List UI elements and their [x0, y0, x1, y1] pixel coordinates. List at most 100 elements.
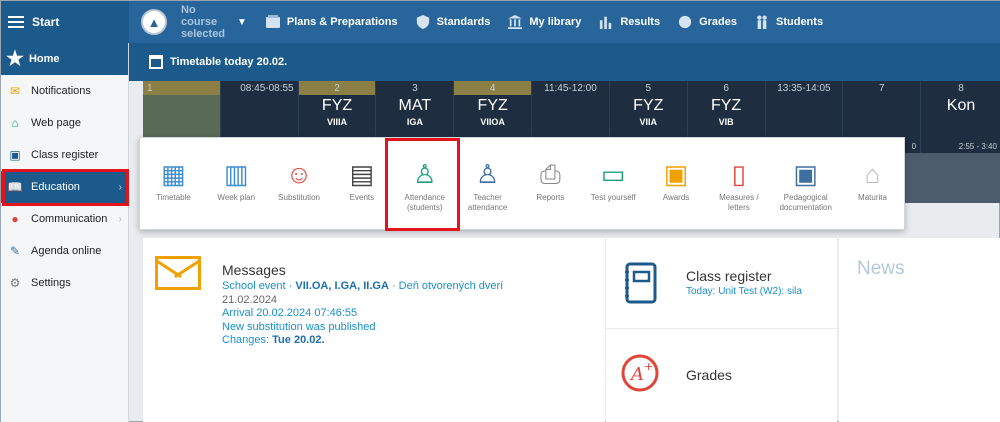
- top-bar: Start ▲ No course selected ▼ Plans & Pre…: [1, 1, 1000, 43]
- sidebar-item-label: Communication: [31, 213, 108, 225]
- lesson-subject: FYZ: [321, 97, 353, 114]
- sidebar-item-label: Agenda online: [31, 245, 102, 257]
- sidebar: ★ Home ✉ Notifications ⌂ Web page ▣ Clas…: [1, 43, 129, 422]
- message-line[interactable]: Changes: Tue 20.02.: [222, 334, 562, 348]
- menu-item-events[interactable]: ▤ Events: [331, 138, 393, 203]
- nav-standards[interactable]: Standards: [415, 15, 491, 29]
- menu-item-label: Test yourself: [590, 193, 636, 202]
- main-nav: ▲ No course selected ▼ Plans & Preparati…: [129, 1, 1000, 43]
- sidebar-item-settings[interactable]: ⚙ Settings: [1, 267, 128, 299]
- grades-card[interactable]: A + Grades: [606, 329, 837, 422]
- calendar-icon: [149, 55, 163, 69]
- message-text: · Deň otvorených dverí: [388, 280, 504, 292]
- shield-icon: [416, 15, 429, 29]
- message-date-link: Tue 20.02.: [272, 334, 325, 346]
- news-card: News: [839, 238, 1000, 422]
- class-register-subtitle[interactable]: Today: Unit Test (W2): sila: [686, 286, 802, 297]
- sidebar-item-notifications[interactable]: ✉ Notifications: [1, 75, 128, 107]
- start-button[interactable]: Start: [1, 1, 129, 43]
- message-type: School event ·: [222, 280, 296, 292]
- menu-item-reports[interactable]: ⎙ Reports: [519, 138, 581, 203]
- lesson-subject: FYZ: [710, 97, 742, 114]
- library-icon: [508, 15, 523, 29]
- lesson-subject: FYZ: [633, 97, 664, 114]
- books-icon: [265, 15, 280, 28]
- messages-card[interactable]: Messages School event · VII.OA, I.GA, II…: [143, 238, 605, 422]
- nav-library-label: My library: [529, 16, 582, 28]
- lesson-subject: FYZ: [477, 97, 508, 114]
- sidebar-item-label: Notifications: [31, 85, 91, 97]
- menu-item-test-yourself[interactable]: ▭ Test yourself: [582, 138, 644, 203]
- messages-list: School event · VII.OA, I.GA, II.GA · Deň…: [222, 280, 562, 348]
- menu-item-week-plan[interactable]: ▥ Week plan: [205, 138, 267, 203]
- menu-item-label: Measures / letters: [719, 193, 759, 212]
- menu-item-timetable[interactable]: ▦ Timetable: [143, 138, 205, 203]
- sidebar-item-class-register[interactable]: ▣ Class register: [1, 139, 128, 171]
- nav-plans[interactable]: Plans & Preparations: [265, 15, 398, 29]
- bar-chart-icon: [600, 16, 612, 29]
- message-line[interactable]: New substitution was published: [222, 321, 562, 335]
- lesson-class: VIIIA: [327, 117, 348, 127]
- timetable-title: Timetable today 20.02.: [170, 56, 288, 68]
- nav-standards-label: Standards: [436, 16, 491, 28]
- nav-students[interactable]: Students: [754, 15, 823, 29]
- menu-item-label: Awards: [662, 193, 690, 202]
- break-time: 08:45-08:55: [240, 83, 294, 94]
- class-register-title: Class register: [686, 268, 772, 284]
- menu-item-awards[interactable]: ▣ Awards: [645, 138, 707, 203]
- envelope-icon: ✉: [9, 84, 21, 98]
- substitution-icon: ☺: [285, 159, 313, 189]
- nav-grades[interactable]: Grades: [677, 15, 737, 29]
- class-register-card[interactable]: Class register Today: Unit Test (W2): si…: [606, 238, 837, 328]
- message-line[interactable]: School event · VII.OA, I.GA, II.GA · Deň…: [222, 280, 562, 294]
- menu-item-maturita[interactable]: ⌂ Maturita: [842, 138, 904, 203]
- nav-results-label: Results: [620, 16, 661, 28]
- sidebar-item-agenda-online[interactable]: ✎ Agenda online: [1, 235, 128, 267]
- lesson-number: 7: [878, 83, 885, 94]
- timetable-icon: ▦: [161, 159, 186, 189]
- lesson-time: 0: [911, 142, 917, 151]
- menu-item-label: Timetable: [156, 193, 191, 202]
- lesson-number: 8: [958, 83, 964, 94]
- home-icon: ⌂: [11, 116, 19, 130]
- chat-icon: ●: [11, 212, 19, 226]
- break-time: 11:45-12:00: [544, 83, 597, 94]
- menu-item-teacher-attendance[interactable]: ♙ Teacher attendance: [457, 138, 519, 213]
- sidebar-item-web-page[interactable]: ⌂ Web page: [1, 107, 128, 139]
- sidebar-home-label: Home: [28, 53, 60, 65]
- menu-icon: [8, 16, 24, 28]
- printer-icon: ⎙: [539, 159, 561, 189]
- nav-students-label: Students: [776, 16, 824, 28]
- lesson-subject: MAT: [398, 97, 432, 114]
- menu-item-label: Pedagogical documentation: [779, 193, 832, 212]
- envelope-icon: [155, 256, 201, 290]
- menu-item-measures-letters[interactable]: ▯ Measures / letters: [708, 138, 770, 213]
- lesson-number: 2: [334, 83, 340, 94]
- award-icon: ▣: [663, 159, 689, 189]
- timetable-header: Timetable today 20.02.: [129, 43, 1000, 81]
- graduation-cap-icon: ▲: [141, 9, 167, 35]
- course-label: No course selected: [181, 4, 226, 40]
- menu-item-label: Reports: [536, 193, 565, 202]
- chevron-right-icon: ›: [118, 213, 122, 225]
- highlight-attendance: [385, 138, 460, 231]
- menu-item-substitution[interactable]: ☺ Substitution: [268, 138, 330, 203]
- break-time: 13:35-14:05: [777, 83, 831, 94]
- course-selector[interactable]: ▲ No course selected ▼: [141, 4, 247, 40]
- lesson-time: 2:55 - 3:40: [958, 142, 997, 151]
- documentation-icon: ▣: [793, 159, 818, 189]
- students-icon: [757, 15, 767, 29]
- lesson-number: 3: [412, 83, 418, 94]
- nav-results[interactable]: Results: [598, 15, 660, 29]
- sidebar-item-communication[interactable]: ● Communication ›: [1, 203, 128, 235]
- chevron-down-icon: ▼: [237, 16, 247, 28]
- register-icon: ▣: [9, 148, 21, 162]
- star-icon: ★: [6, 48, 24, 70]
- menu-item-pedagogical-documentation[interactable]: ▣ Pedagogical documentation: [771, 138, 841, 213]
- timetable-cell[interactable]: 8 Kon 2:55 - 3:40: [921, 81, 1000, 153]
- notebook-icon: [625, 262, 657, 304]
- week-plan-icon: ▥: [223, 159, 249, 189]
- sidebar-item-home[interactable]: ★ Home: [1, 43, 128, 75]
- nav-library[interactable]: My library: [507, 15, 581, 29]
- message-arrival: Arrival 20.02.2024 07:46:55: [222, 307, 358, 319]
